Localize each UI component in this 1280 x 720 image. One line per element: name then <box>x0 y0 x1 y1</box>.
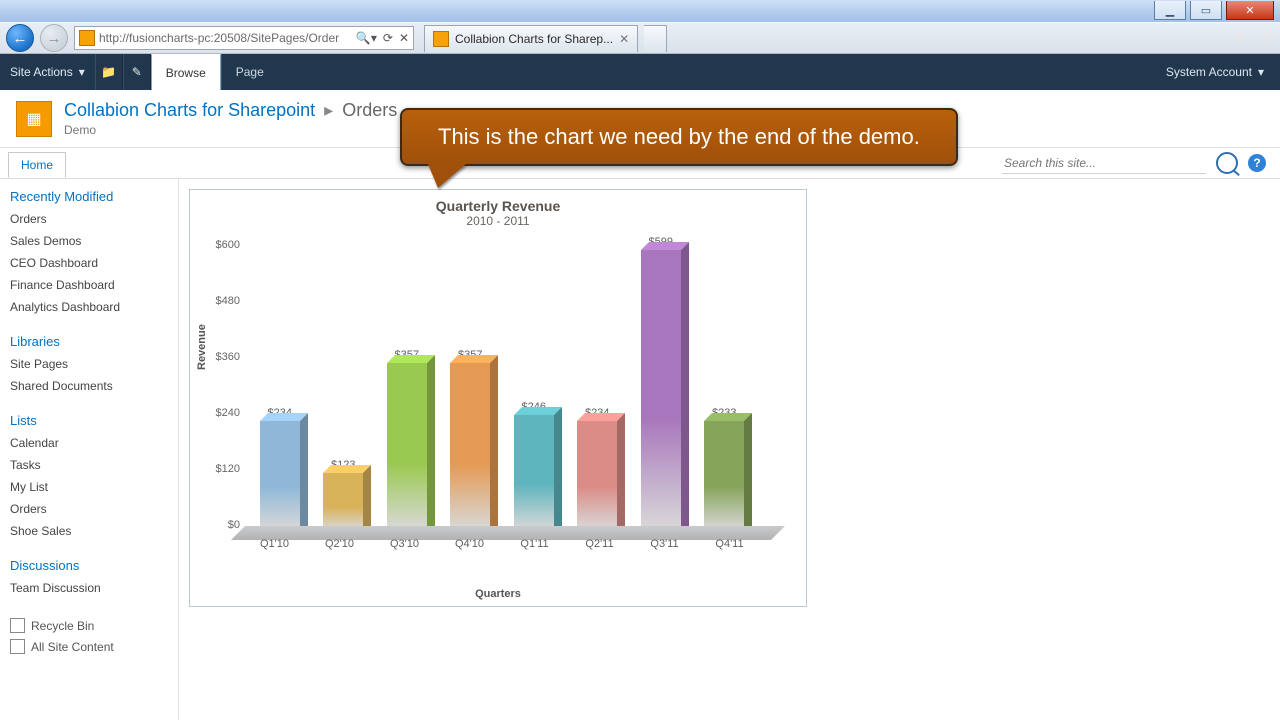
y-axis-label: Revenue <box>196 324 208 370</box>
chart-subtitle: 2010 - 2011 <box>198 214 798 228</box>
bar-Q2'10[interactable]: $123 <box>319 459 367 530</box>
y-tick: $240 <box>216 407 240 419</box>
nav-home[interactable]: Home <box>8 152 66 178</box>
nav-lists-item-4[interactable]: Shoe Sales <box>10 520 168 542</box>
chevron-down-icon: ▾ <box>79 65 85 79</box>
site-actions-menu[interactable]: Site Actions▾ <box>0 54 95 90</box>
bar-Q2'11[interactable]: $234 <box>573 407 621 530</box>
nav-lib-item-0[interactable]: Site Pages <box>10 353 168 375</box>
x-tick: Q1'11 <box>511 538 559 550</box>
home-icon[interactable]: ⌂ <box>1210 29 1219 47</box>
nav-heading-recent: Recently Modified <box>10 189 168 204</box>
window-maximize-button[interactable]: ▭ <box>1190 1 1222 20</box>
y-tick: $0 <box>228 519 240 531</box>
nav-heading-lists: Lists <box>10 413 168 428</box>
y-tick: $600 <box>216 239 240 251</box>
favorites-icon[interactable]: ★ <box>1233 29 1246 47</box>
search-input[interactable] <box>1002 153 1206 174</box>
x-axis: Q1'10 Q2'10 Q3'10 Q4'10 Q1'11 Q2'11 Q3'11 Q4'11 <box>242 538 762 550</box>
nav-disc-item-0[interactable]: Team Discussion <box>10 577 168 599</box>
url-text: http://fusioncharts-pc:20508/SitePages/O… <box>99 31 339 45</box>
stop-icon[interactable]: ✕ <box>399 31 409 45</box>
nav-recent-item-0[interactable]: Orders <box>10 208 168 230</box>
bar-Q4'10[interactable]: $357 <box>446 349 494 530</box>
nav-lib-item-1[interactable]: Shared Documents <box>10 375 168 397</box>
nav-heading-libraries: Libraries <box>10 334 168 349</box>
back-button[interactable]: ← <box>6 24 34 52</box>
nav-recent-item-2[interactable]: CEO Dashboard <box>10 252 168 274</box>
quick-launch: Recently Modified OrdersSales DemosCEO D… <box>0 179 179 720</box>
recycle-bin-icon <box>10 618 25 633</box>
all-content-icon <box>10 639 25 654</box>
tab-favicon-icon <box>433 31 449 47</box>
window-close-button[interactable]: ✕ <box>1226 1 1274 20</box>
x-tick: Q2'11 <box>576 538 624 550</box>
plot-area: $234$123$357$357$246$234$599$233 <box>242 250 762 530</box>
nav-heading-discussions: Discussions <box>10 558 168 573</box>
nav-lists-item-3[interactable]: Orders <box>10 498 168 520</box>
search-icon[interactable] <box>1216 152 1238 174</box>
nav-recent-item-4[interactable]: Analytics Dashboard <box>10 296 168 318</box>
site-logo-icon[interactable]: ▦ <box>16 101 52 137</box>
callout-text: This is the chart we need by the end of … <box>400 108 958 166</box>
sharepoint-ribbon: Site Actions▾ 📁 ✎ Browse Page System Acc… <box>0 54 1280 90</box>
nav-lists-item-2[interactable]: My List <box>10 476 168 498</box>
tab-close-icon[interactable]: ✕ <box>619 32 629 46</box>
x-tick: Q1'10 <box>251 538 299 550</box>
window-titlebar: ▁ ▭ ✕ <box>0 0 1280 22</box>
all-site-content-link[interactable]: All Site Content <box>10 636 168 657</box>
help-icon[interactable]: ? <box>1248 154 1266 172</box>
bar-Q3'11[interactable]: $599 <box>637 236 685 530</box>
forward-button[interactable]: → <box>40 24 68 52</box>
tab-browse[interactable]: Browse <box>151 54 221 90</box>
bar-Q1'10[interactable]: $234 <box>256 407 304 530</box>
page-title: Orders <box>342 100 397 120</box>
refresh-icon[interactable]: ⟳ <box>383 31 393 45</box>
tools-icon[interactable]: ⚙ <box>1261 29 1274 47</box>
account-menu[interactable]: System Account▾ <box>1150 54 1280 90</box>
new-tab-button[interactable] <box>644 25 667 52</box>
browser-toolbar: ← → http://fusioncharts-pc:20508/SitePag… <box>0 22 1280 54</box>
site-link[interactable]: Collabion Charts for Sharepoint <box>64 100 315 120</box>
edit-page-icon[interactable]: ✎ <box>123 54 151 90</box>
y-tick: $360 <box>216 351 240 363</box>
tab-title: Collabion Charts for Sharep... <box>455 32 613 46</box>
callout-tail-icon <box>428 164 466 188</box>
recycle-bin-link[interactable]: Recycle Bin <box>10 615 168 636</box>
address-bar[interactable]: http://fusioncharts-pc:20508/SitePages/O… <box>74 26 414 50</box>
bar-Q4'11[interactable]: $233 <box>700 407 748 530</box>
navigate-up-icon[interactable]: 📁 <box>95 54 123 90</box>
main-content: Quarterly Revenue 2010 - 2011 Revenue $0… <box>179 179 817 720</box>
search-dropdown-icon[interactable]: 🔍▾ <box>356 31 377 45</box>
y-tick: $480 <box>216 295 240 307</box>
y-axis: $0$120$240$360$480$600 <box>212 245 240 525</box>
browser-tab[interactable]: Collabion Charts for Sharep... ✕ <box>424 25 638 52</box>
nav-lists-item-0[interactable]: Calendar <box>10 432 168 454</box>
bar-Q1'11[interactable]: $246 <box>510 401 558 530</box>
x-tick: Q2'10 <box>316 538 364 550</box>
window-minimize-button[interactable]: ▁ <box>1154 1 1186 20</box>
y-tick: $120 <box>216 463 240 475</box>
chart-webpart: Quarterly Revenue 2010 - 2011 Revenue $0… <box>189 189 807 607</box>
chevron-down-icon: ▾ <box>1258 65 1264 79</box>
page-description: Demo <box>64 123 397 137</box>
tab-page[interactable]: Page <box>221 54 278 90</box>
site-favicon-icon <box>79 30 95 46</box>
nav-lists-item-1[interactable]: Tasks <box>10 454 168 476</box>
x-tick: Q4'10 <box>446 538 494 550</box>
x-tick: Q3'11 <box>641 538 689 550</box>
x-axis-label: Quarters <box>190 588 806 600</box>
chart-title: Quarterly Revenue <box>198 198 798 214</box>
browser-right-controls: ⌂ ★ ⚙ <box>1210 29 1274 47</box>
x-tick: Q3'10 <box>381 538 429 550</box>
bar-Q3'10[interactable]: $357 <box>383 349 431 530</box>
breadcrumb: Collabion Charts for Sharepoint ▸ Orders <box>64 100 397 121</box>
nav-recent-item-3[interactable]: Finance Dashboard <box>10 274 168 296</box>
x-tick: Q4'11 <box>706 538 754 550</box>
nav-recent-item-1[interactable]: Sales Demos <box>10 230 168 252</box>
tutorial-callout: This is the chart we need by the end of … <box>400 108 958 188</box>
